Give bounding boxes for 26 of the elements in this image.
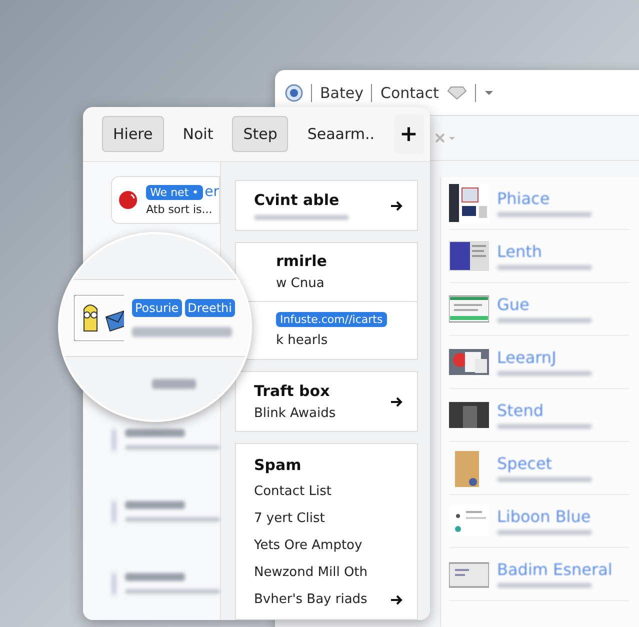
message-snippet: Atb sort is... (146, 203, 214, 216)
add-button[interactable]: + (394, 114, 424, 154)
link[interactable]: Infuste.com//icarts (276, 312, 387, 328)
card-title[interactable]: Traft box (254, 382, 336, 400)
tab[interactable]: Hiere (102, 116, 164, 152)
card-subtitle: w Cnua (276, 276, 326, 292)
list-item[interactable]: Newzond Mill Oth (254, 565, 368, 580)
card-subtitle: Blink Awaids (254, 406, 336, 421)
tag-label: Posurie (132, 299, 182, 317)
list-item[interactable]: Bvher's Bay riads (254, 592, 368, 607)
card-title: Spam (254, 456, 302, 474)
tab[interactable]: Noit (172, 116, 224, 152)
tag-label: We net • (146, 184, 203, 200)
card-note: k hearls (276, 333, 329, 348)
message-title: er (204, 184, 219, 200)
breadcrumb[interactable]: Contact (380, 84, 439, 102)
card-title: rmirle (276, 252, 328, 270)
card-title[interactable]: Cvint able (254, 191, 349, 209)
list-item[interactable]: Yets Ore Amptoy (254, 538, 362, 553)
list-item[interactable]: 7 yert Clist (254, 511, 325, 526)
list-item[interactable]: Contact List (254, 484, 332, 499)
breadcrumb[interactable]: Batey (320, 84, 364, 102)
tab[interactable]: Step (232, 116, 288, 152)
message-card[interactable]: We net • er Atb sort is... (111, 176, 220, 224)
tag-label: Dreethi (184, 299, 235, 317)
tab[interactable]: Seaarm.. (296, 116, 386, 152)
